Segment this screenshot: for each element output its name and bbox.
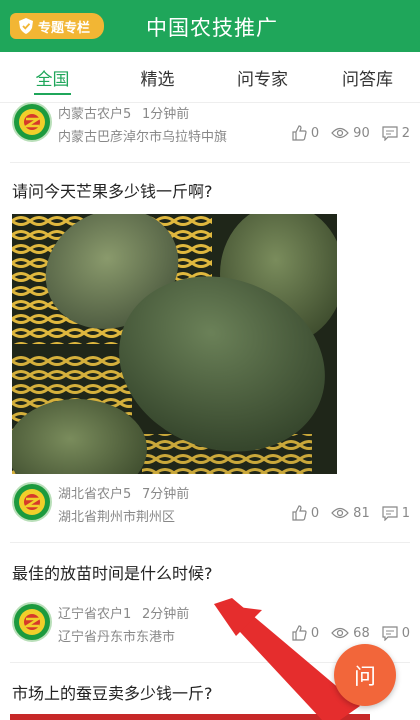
author-name: 内蒙古农户5: [58, 107, 132, 122]
agri-logo-icon: [19, 489, 45, 515]
question-title[interactable]: 最佳的放苗时间是什么时候?: [12, 560, 213, 584]
app-header: 专题专栏 中国农技推广: [0, 0, 420, 52]
author-name: 辽宁省农户1: [58, 607, 132, 622]
tab-national[interactable]: 全国: [0, 52, 105, 102]
divider: [10, 542, 410, 543]
view-count: 68: [353, 625, 370, 641]
post-time: 2分钟前: [142, 607, 190, 622]
divider: [10, 162, 410, 163]
question-title[interactable]: 请问今天芒果多少钱一斤啊?: [12, 178, 213, 202]
like-count: 0: [310, 505, 320, 521]
comment-icon: [382, 125, 398, 141]
comment-count: 2: [401, 125, 410, 141]
post-time: 7分钟前: [142, 487, 190, 502]
author-location: 湖北省荆州市荆州区: [58, 510, 176, 525]
post-author-bar[interactable]: 湖北省农户5 7分钟前 湖北省荆州市荆州区 0 81 1: [10, 482, 410, 530]
eye-icon: [331, 127, 349, 139]
post-stats: 0 68 0: [279, 625, 410, 641]
author-name: 湖北省农户5: [58, 487, 132, 502]
post-stats: 0 81 1: [279, 505, 410, 521]
avatar[interactable]: [12, 602, 52, 642]
avatar[interactable]: [12, 102, 52, 142]
like-stat[interactable]: 0: [291, 125, 319, 141]
app-title: 中国农技推广: [146, 16, 278, 40]
thumbs-up-icon: [292, 125, 307, 141]
tab-qa-library[interactable]: 问答库: [315, 52, 420, 102]
like-count: 0: [310, 625, 320, 641]
view-stat: 90: [331, 126, 370, 141]
avatar[interactable]: [12, 482, 52, 522]
comment-icon: [382, 505, 398, 521]
author-location: 内蒙古巴彦淖尔市乌拉特中旗: [58, 130, 228, 145]
comment-count: 0: [401, 625, 410, 641]
mango-photo-image: [12, 214, 337, 474]
tab-featured[interactable]: 精选: [105, 52, 210, 102]
like-count: 0: [310, 125, 320, 141]
comment-count: 1: [401, 505, 410, 521]
post-stats: 0 90 2: [279, 125, 410, 141]
next-post-image-preview[interactable]: [10, 714, 370, 720]
post-time: 1分钟前: [142, 107, 190, 122]
tab-bar: 全国 精选 问专家 问答库: [0, 52, 420, 103]
comment-stat[interactable]: 0: [382, 626, 410, 641]
special-column-label: 专题专栏: [38, 20, 91, 36]
thumbs-up-icon: [292, 625, 307, 641]
view-count: 90: [353, 125, 370, 141]
agri-logo-icon: [19, 109, 45, 135]
eye-icon: [331, 507, 349, 519]
ask-question-button[interactable]: 问: [334, 644, 396, 706]
special-column-button[interactable]: 专题专栏: [10, 13, 104, 39]
shield-icon: [19, 18, 33, 34]
thumbs-up-icon: [292, 505, 307, 521]
like-stat[interactable]: 0: [291, 505, 319, 521]
like-stat[interactable]: 0: [291, 625, 319, 641]
tab-ask-expert[interactable]: 问专家: [210, 52, 315, 102]
view-stat: 68: [331, 626, 370, 641]
eye-icon: [331, 627, 349, 639]
question-title[interactable]: 市场上的蚕豆卖多少钱一斤?: [12, 680, 213, 704]
agri-logo-icon: [19, 609, 45, 635]
post-author-bar[interactable]: 内蒙古农户5 1分钟前 内蒙古巴彦淖尔市乌拉特中旗 0 90 2: [10, 102, 410, 150]
view-stat: 81: [331, 506, 370, 521]
post-author-bar[interactable]: 辽宁省农户1 2分钟前 辽宁省丹东市东港市 0 68 0: [10, 602, 410, 650]
view-count: 81: [353, 505, 370, 521]
author-location: 辽宁省丹东市东港市: [58, 630, 176, 645]
comment-stat[interactable]: 1: [382, 506, 410, 521]
mango-photo[interactable]: [12, 214, 337, 474]
comment-stat[interactable]: 2: [382, 126, 410, 141]
comment-icon: [382, 625, 398, 641]
